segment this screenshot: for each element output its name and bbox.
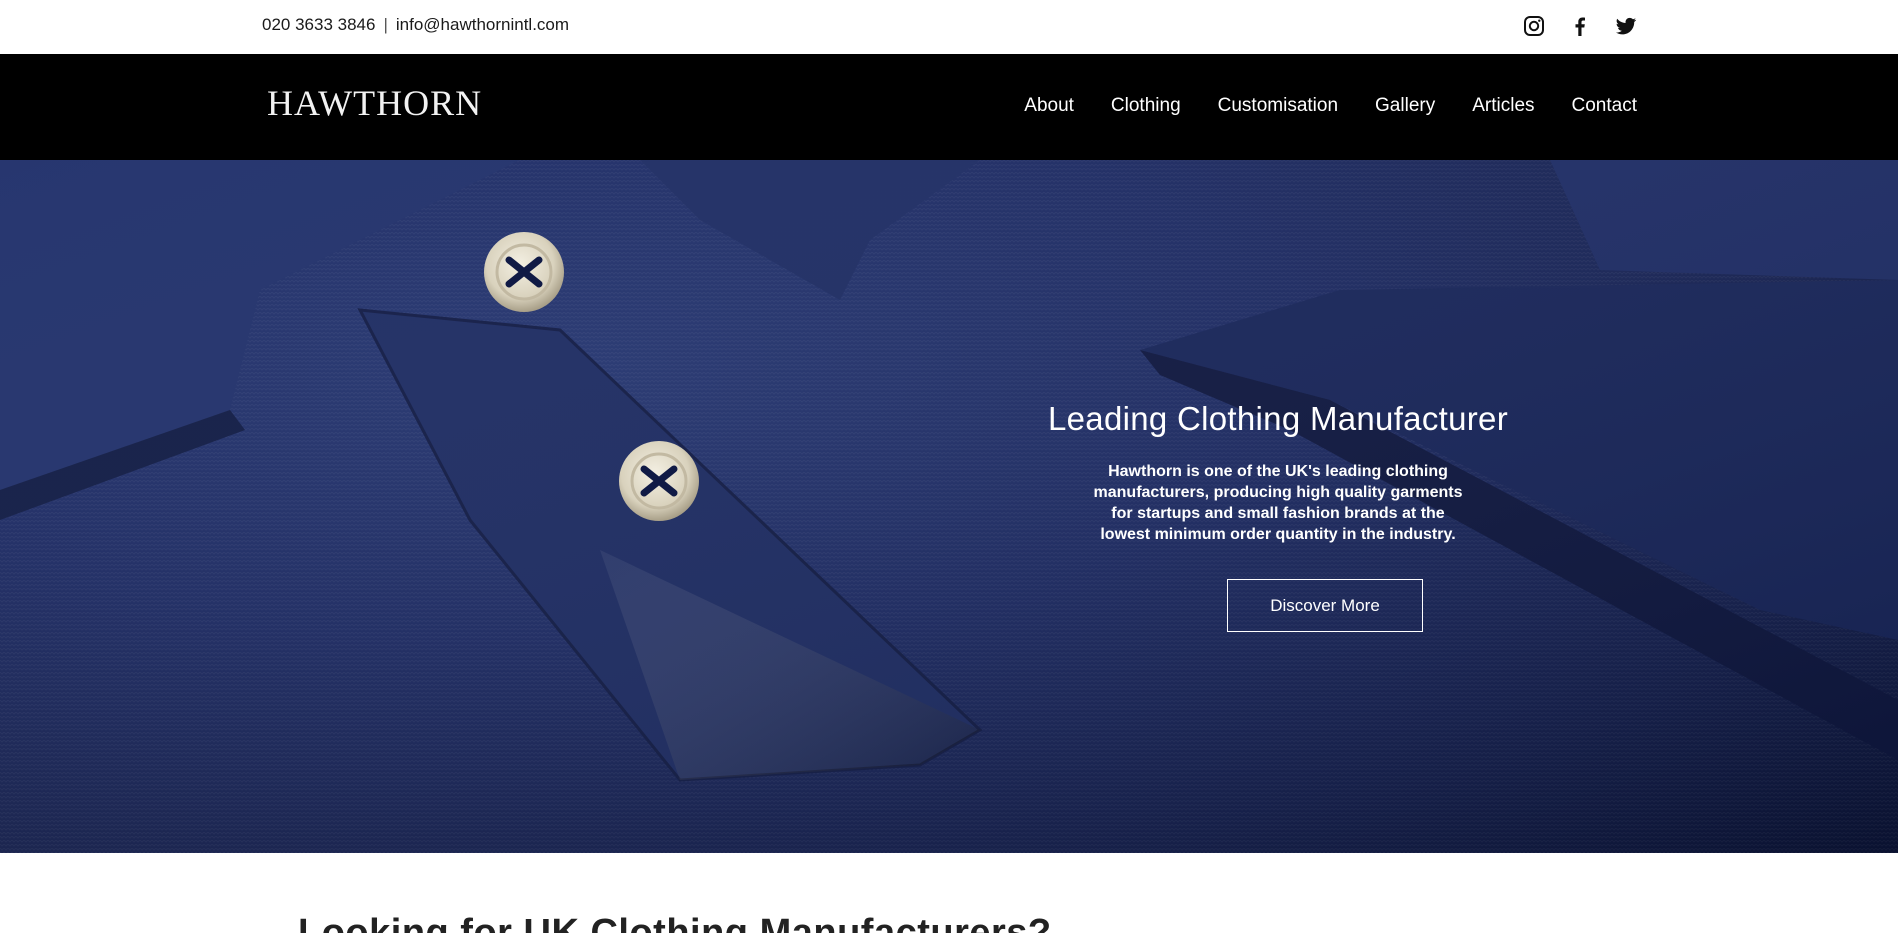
nav-item-customisation[interactable]: Customisation: [1218, 95, 1338, 117]
top-bar: 020 3633 3846 | info@hawthornintl.com: [0, 0, 1898, 54]
hero-content: Leading Clothing Manufacturer Hawthorn i…: [1002, 400, 1554, 632]
hero-image-polo-shirt: [0, 160, 1898, 853]
twitter-icon[interactable]: [1614, 14, 1638, 38]
button-detail-bottom: [619, 441, 699, 521]
main-navigation: HAWTHORN About Clothing Customisation Ga…: [0, 54, 1898, 160]
nav-item-gallery[interactable]: Gallery: [1375, 95, 1435, 117]
hero-banner: Leading Clothing Manufacturer Hawthorn i…: [0, 160, 1898, 853]
social-links: [1522, 14, 1638, 38]
contact-separator: |: [383, 15, 388, 34]
email-link[interactable]: info@hawthornintl.com: [396, 15, 569, 35]
button-detail-top: [484, 232, 564, 312]
nav-item-about[interactable]: About: [1024, 95, 1074, 117]
contact-info: 020 3633 3846 | info@hawthornintl.com: [262, 15, 569, 35]
nav-item-contact[interactable]: Contact: [1572, 95, 1637, 117]
site-logo[interactable]: HAWTHORN: [267, 82, 482, 124]
hero-description: Hawthorn is one of the UK's leading clot…: [1093, 463, 1463, 543]
facebook-icon[interactable]: [1568, 14, 1592, 38]
nav-menu: About Clothing Customisation Gallery Art…: [1024, 95, 1637, 117]
nav-item-articles[interactable]: Articles: [1472, 95, 1534, 117]
hero-title: Leading Clothing Manufacturer: [1048, 400, 1508, 437]
instagram-icon[interactable]: [1522, 14, 1546, 38]
nav-item-clothing[interactable]: Clothing: [1111, 95, 1181, 117]
section-heading: Looking for UK Clothing Manufacturers?: [298, 912, 1052, 933]
phone-number[interactable]: 020 3633 3846: [262, 15, 375, 35]
discover-more-button[interactable]: Discover More: [1227, 579, 1423, 632]
